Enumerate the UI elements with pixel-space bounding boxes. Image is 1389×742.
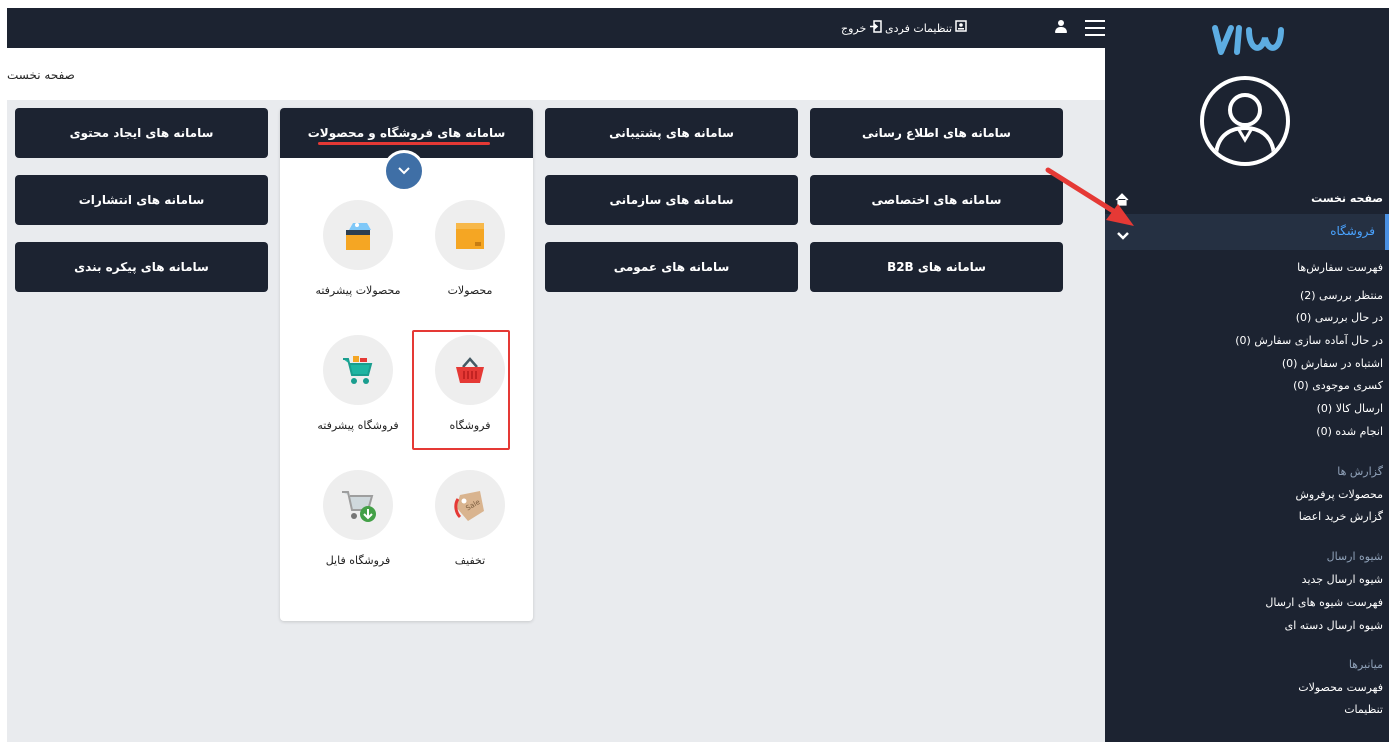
download-cart-icon xyxy=(323,470,393,540)
home-icon xyxy=(1115,191,1129,210)
sidebar-store-label: فروشگاه xyxy=(1330,224,1375,238)
sidebar-order-shipped[interactable]: ارسال کالا (0) xyxy=(1317,402,1383,415)
chevron-down-icon xyxy=(1117,226,1129,245)
id-card-icon xyxy=(955,20,967,36)
sidebar-shortcuts-header: میانبرها xyxy=(1348,658,1383,671)
sidebar-shipping-bulk[interactable]: شیوه ارسال دسته ای xyxy=(1285,619,1383,632)
app-label: فروشگاه پیشرفته xyxy=(317,419,399,432)
app-advanced-products[interactable]: محصولات پیشرفته xyxy=(308,200,408,320)
sidebar-shipping-new[interactable]: شیوه ارسال جدید xyxy=(1302,573,1383,586)
sidebar-report-bestsellers[interactable]: محصولات پرفروش xyxy=(1295,488,1383,501)
top-bar: خروج تنظیمات فردی xyxy=(7,8,1107,48)
active-underline xyxy=(318,142,490,145)
tile-label: سامانه های پشتیبانی xyxy=(609,126,734,140)
app-store[interactable]: فروشگاه xyxy=(420,335,520,455)
tile-exclusive-systems[interactable]: سامانه های اختصاصی xyxy=(810,175,1063,225)
store-products-panel: سامانه های فروشگاه و محصولات محصولات محص… xyxy=(280,108,533,621)
tile-label: سامانه های B2B xyxy=(887,260,986,274)
tile-publishing-systems[interactable]: سامانه های انتشارات xyxy=(15,175,268,225)
app-label: فروشگاه xyxy=(449,419,491,432)
tile-label: سامانه های انتشارات xyxy=(78,193,205,207)
app-label: فروشگاه فایل xyxy=(325,554,391,567)
shopping-cart-icon xyxy=(323,335,393,405)
tile-general-systems[interactable]: سامانه های عمومی xyxy=(545,242,798,292)
app-label: محصولات xyxy=(447,284,493,297)
box-icon xyxy=(435,200,505,270)
tile-b2b-systems[interactable]: سامانه های B2B xyxy=(810,242,1063,292)
sale-tag-icon: Sale xyxy=(435,470,505,540)
sidebar-item-home[interactable]: صفحه نخست xyxy=(1105,188,1389,210)
logout-link[interactable]: خروج xyxy=(841,8,883,48)
tile-label: سامانه های پیکره بندی xyxy=(74,260,209,274)
sidebar-order-reviewing[interactable]: در حال بررسی (0) xyxy=(1296,311,1383,324)
sidebar-reports-header: گزارش ها xyxy=(1337,465,1383,478)
app-discount[interactable]: Sale تخفیف xyxy=(420,470,520,590)
sidebar: صفحه نخست فروشگاه فهرست سفارش‌ها منتظر ب… xyxy=(1105,8,1389,742)
sidebar-shortcut-settings[interactable]: تنظیمات xyxy=(1344,703,1383,716)
menu-toggle-icon[interactable] xyxy=(1085,20,1107,36)
tile-label: سامانه های اطلاع رسانی xyxy=(862,126,1011,140)
sidebar-order-preparing[interactable]: در حال آماده سازی سفارش (0) xyxy=(1235,334,1383,347)
breadcrumb: صفحه نخست xyxy=(7,52,1105,98)
sidebar-order-done[interactable]: انجام شده (0) xyxy=(1316,425,1383,438)
app-advanced-store[interactable]: فروشگاه پیشرفته xyxy=(308,335,408,455)
sidebar-order-pending[interactable]: منتظر بررسی (2) xyxy=(1300,289,1383,302)
tile-content-systems[interactable]: سامانه های ایجاد محتوی xyxy=(15,108,268,158)
avatar[interactable] xyxy=(1200,76,1290,166)
tile-label: سامانه های اختصاصی xyxy=(871,193,1002,207)
sidebar-orders-header[interactable]: فهرست سفارش‌ها xyxy=(1297,261,1383,274)
tile-organizational-systems[interactable]: سامانه های سازمانی xyxy=(545,175,798,225)
basket-icon xyxy=(435,335,505,405)
tile-label: سامانه های عمومی xyxy=(613,260,730,274)
tile-support-systems[interactable]: سامانه های پشتیبانی xyxy=(545,108,798,158)
logout-icon xyxy=(869,19,883,37)
breadcrumb-home[interactable]: صفحه نخست xyxy=(7,68,75,82)
open-box-icon xyxy=(323,200,393,270)
app-label: تخفیف xyxy=(454,554,486,567)
tile-notification-systems[interactable]: سامانه های اطلاع رسانی xyxy=(810,108,1063,158)
chevron-down-icon[interactable] xyxy=(383,150,425,192)
sidebar-order-shortage[interactable]: کسری موجودی (0) xyxy=(1293,379,1383,392)
tile-label: سامانه های فروشگاه و محصولات xyxy=(307,126,506,140)
sidebar-shortcut-products[interactable]: فهرست محصولات xyxy=(1298,681,1383,694)
personal-settings-label: تنظیمات فردی xyxy=(885,21,953,35)
sidebar-shipping-header: شیوه ارسال xyxy=(1326,550,1383,563)
sidebar-report-member-purchases[interactable]: گزارش خرید اعضا xyxy=(1299,510,1383,523)
sidebar-home-label: صفحه نخست xyxy=(1311,192,1383,205)
personal-settings-link[interactable]: تنظیمات فردی xyxy=(885,8,967,48)
app-file-store[interactable]: فروشگاه فایل xyxy=(308,470,408,590)
sidebar-item-store[interactable]: فروشگاه xyxy=(1105,214,1389,250)
tile-label: سامانه های ایجاد محتوی xyxy=(69,126,214,140)
app-label: محصولات پیشرفته xyxy=(315,284,401,297)
sidebar-shipping-list[interactable]: فهرست شیوه های ارسال xyxy=(1265,596,1383,609)
logout-label: خروج xyxy=(841,21,867,35)
tile-config-systems[interactable]: سامانه های پیکره بندی xyxy=(15,242,268,292)
tile-label: سامانه های سازمانی xyxy=(609,193,734,207)
sidebar-order-error[interactable]: اشتباه در سفارش (0) xyxy=(1282,357,1383,370)
main-content: سامانه های اطلاع رسانی سامانه های اختصاص… xyxy=(7,100,1105,742)
brand-logo[interactable] xyxy=(1209,20,1289,60)
app-products[interactable]: محصولات xyxy=(420,200,520,320)
app-screen: خروج تنظیمات فردی صفحه نخست سامانه های ا… xyxy=(0,0,1389,742)
user-icon[interactable] xyxy=(1054,20,1068,34)
